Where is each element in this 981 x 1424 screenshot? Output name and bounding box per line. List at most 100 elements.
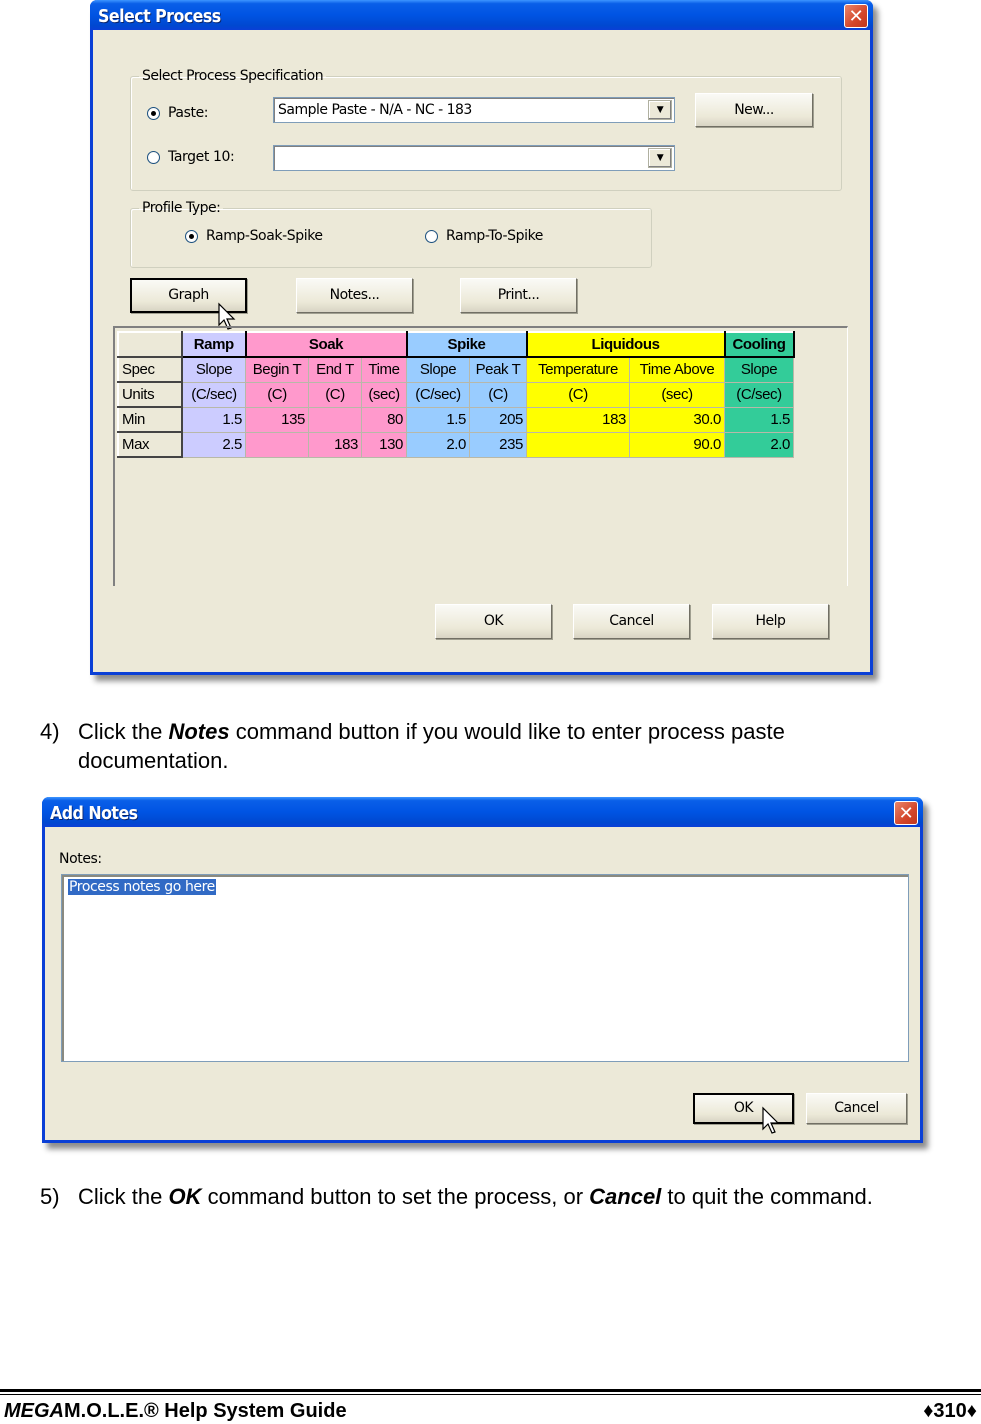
table-cell[interactable]: (sec)	[361, 381, 407, 408]
notes-textarea[interactable]: Process notes go here	[61, 874, 909, 1062]
row-header-spec: Spec	[117, 356, 183, 383]
notes-text-selected: Process notes go here	[68, 879, 216, 895]
ramp-soak-spike-label: Ramp-Soak-Spike	[206, 228, 323, 244]
step-text: Click the Notes command button if you wo…	[78, 717, 908, 775]
table-cell[interactable]: 135	[245, 406, 309, 433]
row-header-units: Units	[117, 381, 183, 408]
table-row-spec: Spec Slope Begin T End T Time Slope Peak…	[117, 356, 794, 383]
paste-combo-value: Sample Paste - N/A - NC - 183	[278, 102, 472, 118]
spec-table: Ramp Soak Spike Liquidous Cooling Spec S…	[117, 331, 795, 458]
table-cell[interactable]: (sec)	[629, 381, 725, 408]
table-cell[interactable]: Peak T	[469, 356, 527, 383]
ramp-soak-spike-radio[interactable]: Ramp-Soak-Spike	[185, 228, 323, 244]
help-button[interactable]: Help	[712, 604, 829, 639]
table-cell[interactable]: (C/sec)	[181, 381, 246, 408]
close-icon[interactable]: ✕	[844, 4, 868, 28]
table-cell[interactable]: Slope	[406, 356, 470, 383]
table-cell[interactable]: 80	[361, 406, 407, 433]
radio-checked-icon	[185, 229, 198, 243]
step-text-middle: command button to set the process, or	[201, 1184, 590, 1209]
step-text-suffix: to quit the command.	[661, 1184, 873, 1209]
add-notes-dialog: Add Notes ✕ Notes: Process notes go here…	[42, 797, 923, 1143]
table-cell[interactable]: 183	[308, 431, 362, 458]
table-cell[interactable]: 2.0	[724, 431, 794, 458]
table-cell[interactable]: 1.5	[724, 406, 794, 433]
table-row-min: Min 1.5 135 80 1.5 205 183 30.0 1.5	[117, 406, 794, 433]
step-text-prefix: Click the	[78, 719, 169, 744]
select-process-dialog: Select Process ✕ Select Process Specific…	[90, 0, 873, 675]
cancel-button[interactable]: Cancel	[806, 1093, 907, 1124]
table-cell[interactable]: Time Above	[629, 356, 725, 383]
footer-brand-rest: M.O.L.E.® Help System Guide	[64, 1400, 347, 1422]
table-cell[interactable]: 90.0	[629, 431, 725, 458]
table-cell[interactable]: 1.5	[406, 406, 470, 433]
group-header-ramp: Ramp	[181, 331, 247, 358]
table-cell[interactable]: (C/sec)	[724, 381, 794, 408]
dropdown-arrow-icon[interactable]: ▼	[648, 148, 672, 168]
step-text: Click the OK command button to set the p…	[78, 1182, 908, 1211]
table-cell[interactable]: Slope	[181, 356, 246, 383]
group-header-spike: Spike	[405, 331, 528, 358]
table-cell[interactable]	[526, 431, 630, 458]
table-cell[interactable]: Temperature	[526, 356, 630, 383]
cancel-button[interactable]: Cancel	[573, 604, 690, 639]
group-header-cooling: Cooling	[723, 331, 795, 358]
table-cell[interactable]: 205	[469, 406, 527, 433]
target-combo[interactable]: ▼	[273, 145, 675, 171]
table-cell[interactable]: (C)	[526, 381, 630, 408]
table-cell[interactable]	[245, 431, 309, 458]
table-cell[interactable]: End T	[308, 356, 362, 383]
step-emphasis-ok: OK	[168, 1184, 202, 1209]
title-bar[interactable]: Select Process ✕	[90, 0, 873, 30]
print-button[interactable]: Print...	[460, 278, 577, 313]
title-bar[interactable]: Add Notes ✕	[42, 797, 923, 827]
step-emphasis-cancel: Cancel	[589, 1184, 662, 1209]
table-cell[interactable]: 2.5	[181, 431, 246, 458]
row-header-max: Max	[117, 431, 183, 458]
radio-checked-icon	[147, 106, 160, 120]
table-cell[interactable]: 30.0	[629, 406, 725, 433]
process-spec-legend: Select Process Specification	[142, 68, 324, 84]
table-row-max: Max 2.5 183 130 2.0 235 90.0 2.0	[117, 431, 794, 458]
table-cell[interactable]: 235	[469, 431, 527, 458]
footer-page-number: ♦310♦	[923, 1400, 977, 1422]
group-header-liquidous: Liquidous	[525, 331, 726, 358]
table-cell[interactable]	[308, 406, 362, 433]
ok-button[interactable]: OK	[435, 604, 552, 639]
step-emphasis: Notes	[168, 719, 230, 744]
table-cell[interactable]: (C/sec)	[406, 381, 470, 408]
table-cell[interactable]: 1.5	[181, 406, 246, 433]
table-cell[interactable]: Slope	[724, 356, 794, 383]
paste-radio-label: Paste:	[168, 105, 209, 121]
dialog-title: Add Notes	[50, 803, 138, 824]
dropdown-arrow-icon[interactable]: ▼	[648, 100, 672, 120]
table-cell[interactable]: 130	[361, 431, 407, 458]
process-spec-group: Select Process Specification	[130, 68, 842, 191]
mouse-pointer-icon	[762, 1106, 780, 1134]
footer-rule	[0, 1389, 981, 1392]
profile-type-legend: Profile Type:	[142, 200, 221, 216]
target-radio-label: Target 10:	[168, 149, 235, 165]
notes-label: Notes:	[59, 851, 102, 867]
dialog-title: Select Process	[98, 6, 221, 27]
table-cell[interactable]: 2.0	[406, 431, 470, 458]
table-cell[interactable]: (C)	[245, 381, 309, 408]
paste-radio[interactable]: Paste:	[147, 105, 209, 121]
row-header-min: Min	[117, 406, 183, 433]
radio-unchecked-icon	[147, 150, 160, 164]
target-radio[interactable]: Target 10:	[147, 149, 235, 165]
table-cell[interactable]: (C)	[308, 381, 362, 408]
table-cell[interactable]: (C)	[469, 381, 527, 408]
radio-unchecked-icon	[425, 229, 438, 243]
table-cell[interactable]: Begin T	[245, 356, 309, 383]
ramp-to-spike-radio[interactable]: Ramp-To-Spike	[425, 228, 543, 244]
paste-combo[interactable]: Sample Paste - N/A - NC - 183 ▼	[273, 97, 675, 123]
new-button[interactable]: New...	[695, 93, 813, 127]
table-cell[interactable]: Time	[361, 356, 407, 383]
close-icon[interactable]: ✕	[894, 801, 918, 825]
notes-button[interactable]: Notes...	[296, 278, 413, 313]
footer-brand-italic: MEGA	[4, 1400, 64, 1422]
footer-rule-thin	[0, 1394, 981, 1395]
step-number: 5)	[40, 1184, 60, 1209]
table-cell[interactable]: 183	[526, 406, 630, 433]
